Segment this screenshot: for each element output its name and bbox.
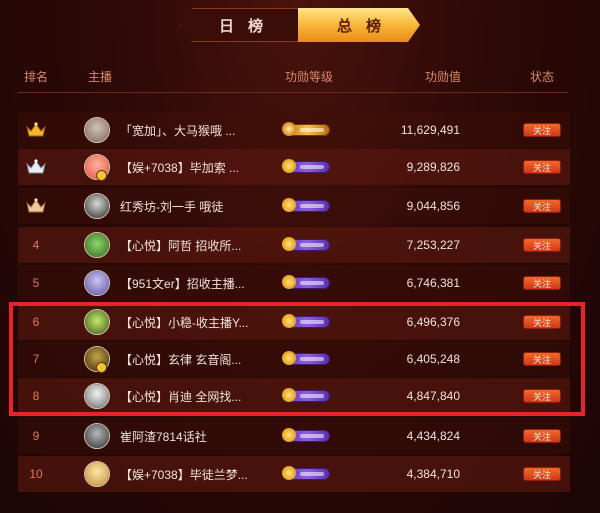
streamer-name[interactable]: 【娱+7038】毕加索 ... <box>120 149 270 185</box>
avatar[interactable] <box>84 117 110 143</box>
table-row: 【娱+7038】毕加索 ... 9,289,826 关注 <box>18 149 570 185</box>
follow-button[interactable]: 关注 <box>523 315 561 329</box>
tab-total[interactable]: 总榜 <box>298 8 420 42</box>
merit-value: 11,629,491 <box>400 123 460 137</box>
merit-value: 9,289,826 <box>406 160 460 174</box>
merit-value: 6,496,376 <box>406 315 460 329</box>
avatar[interactable] <box>84 309 110 335</box>
avatar[interactable] <box>84 193 110 219</box>
purple-level-badge-icon <box>282 198 330 212</box>
level-badge <box>282 351 330 365</box>
follow-button[interactable]: 关注 <box>523 238 561 252</box>
rank-cell: 6 <box>32 315 40 329</box>
level-badge <box>282 122 330 136</box>
bronze-crown-icon <box>26 198 46 213</box>
follow-button[interactable]: 关注 <box>523 160 561 174</box>
merit-value: 7,253,227 <box>406 238 460 252</box>
streamer-name[interactable]: 【心悦】玄律 玄音阁... <box>120 341 270 377</box>
level-badge <box>282 428 330 442</box>
rank-cell <box>18 188 54 224</box>
level-badge <box>282 159 330 173</box>
rank-cell: 4 <box>32 238 40 252</box>
streamer-name[interactable]: 【娱+7038】毕徒兰梦... <box>120 456 270 492</box>
streamer-name[interactable]: 【951文er】招收主播... <box>120 265 270 301</box>
level-badge <box>282 237 330 251</box>
table-row: 红秀坊-刘一手 哦徒 9,044,856 关注 <box>18 188 570 224</box>
purple-level-badge-icon <box>282 275 330 289</box>
merit-value: 4,847,840 <box>406 389 460 403</box>
follow-button[interactable]: 关注 <box>523 123 561 137</box>
follow-button[interactable]: 关注 <box>523 429 561 443</box>
rank-cell: 9 <box>32 429 40 443</box>
follow-button[interactable]: 关注 <box>523 467 561 481</box>
ranking-tabs: 日榜 总榜 <box>180 8 420 42</box>
level-badge <box>282 275 330 289</box>
avatar[interactable] <box>84 461 110 487</box>
rank-cell <box>18 112 54 148</box>
level-badge <box>282 388 330 402</box>
table-header: 排名 主播 功勋等级 功勋值 状态 <box>0 60 600 92</box>
streamer-name[interactable]: 【心悦】阿哲 招收所... <box>120 227 270 263</box>
follow-button[interactable]: 关注 <box>523 276 561 290</box>
avatar[interactable] <box>84 383 110 409</box>
merit-value: 4,434,824 <box>406 429 460 443</box>
rank-cell <box>18 149 54 185</box>
avatar[interactable] <box>84 423 110 449</box>
purple-level-badge-icon <box>282 351 330 365</box>
purple-level-badge-icon <box>282 314 330 328</box>
tab-daily[interactable]: 日榜 <box>180 8 302 42</box>
rank-cell: 7 <box>32 352 40 366</box>
rank-cell: 5 <box>32 276 40 290</box>
level-badge <box>282 466 330 480</box>
rank-cell: 8 <box>32 389 40 403</box>
header-rank: 排名 <box>24 70 49 84</box>
avatar[interactable] <box>84 270 110 296</box>
streamer-name[interactable]: 崔阿渣7814话社 <box>120 418 270 454</box>
follow-button[interactable]: 关注 <box>523 389 561 403</box>
streamer-name[interactable]: 「宽加」、大马猴哦 ... <box>120 112 270 148</box>
table-row: 「宽加」、大马猴哦 ... 11,629,491 关注 <box>18 112 570 148</box>
purple-level-badge-icon <box>282 237 330 251</box>
merit-value: 6,405,248 <box>406 352 460 366</box>
gold-crown-icon <box>26 122 46 137</box>
table-row: 6 【心悦】小稳-收主播Y... 6,496,376 关注 <box>18 304 570 340</box>
follow-button[interactable]: 关注 <box>523 352 561 366</box>
table-row: 4 【心悦】阿哲 招收所... 7,253,227 关注 <box>18 227 570 263</box>
vip-badge-icon <box>96 170 107 181</box>
merit-value: 4,384,710 <box>406 467 460 481</box>
follow-button[interactable]: 关注 <box>523 199 561 213</box>
level-badge <box>282 198 330 212</box>
vip-badge-icon <box>96 362 107 373</box>
header-streamer: 主播 <box>88 70 113 84</box>
purple-level-badge-icon <box>282 466 330 480</box>
level-badge <box>282 314 330 328</box>
avatar[interactable] <box>84 232 110 258</box>
table-row: 9 崔阿渣7814话社 4,434,824 关注 <box>18 418 570 454</box>
header-divider <box>18 92 568 93</box>
streamer-name[interactable]: 红秀坊-刘一手 哦徒 <box>120 188 270 224</box>
silver-crown-icon <box>26 159 46 174</box>
purple-level-badge-icon <box>282 388 330 402</box>
table-row: 10 【娱+7038】毕徒兰梦... 4,384,710 关注 <box>18 456 570 492</box>
table-row: 5 【951文er】招收主播... 6,746,381 关注 <box>18 265 570 301</box>
purple-level-badge-icon <box>282 159 330 173</box>
table-row: 7 【心悦】玄律 玄音阁... 6,405,248 关注 <box>18 341 570 377</box>
streamer-name[interactable]: 【心悦】小稳-收主播Y... <box>120 304 270 340</box>
purple-level-badge-icon <box>282 428 330 442</box>
merit-value: 9,044,856 <box>406 199 460 213</box>
streamer-name[interactable]: 【心悦】肖迪 全网找... <box>120 378 270 414</box>
merit-value: 6,746,381 <box>406 276 460 290</box>
header-merit: 功勋值 <box>425 70 462 84</box>
rank-cell: 10 <box>29 467 43 481</box>
header-level: 功勋等级 <box>285 70 334 84</box>
table-row: 8 【心悦】肖迪 全网找... 4,847,840 关注 <box>18 378 570 414</box>
header-status: 状态 <box>530 70 555 84</box>
gold-level-badge-icon <box>282 122 330 136</box>
